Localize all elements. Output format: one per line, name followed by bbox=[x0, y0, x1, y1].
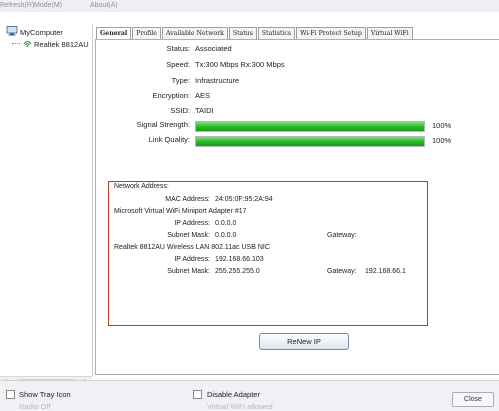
adapter-tree: MyComputer Realtek 8812AU ◀ ▶ bbox=[0, 24, 93, 387]
subnet-mask-label-2: Subnet Mask: bbox=[167, 268, 210, 275]
gateway-value-2: 192.168.66.1 bbox=[365, 268, 406, 275]
renew-ip-button[interactable]: ReNew IP bbox=[259, 333, 349, 350]
tree-connector bbox=[12, 43, 20, 45]
type-value: Infrastructure bbox=[195, 76, 240, 85]
disable-adapter-label: Disable Adapter bbox=[207, 390, 260, 399]
tab-strip: General Profile Available Network Status… bbox=[96, 27, 414, 39]
ip-address-value-2: 192.168.66.103 bbox=[215, 256, 264, 263]
tree-item-realtek[interactable]: Realtek 8812AU bbox=[12, 38, 89, 50]
subnet-mask-value-2: 255.255.255.0 bbox=[215, 268, 260, 275]
tab-available-network[interactable]: Available Network bbox=[161, 27, 228, 39]
computer-icon bbox=[6, 26, 18, 38]
signal-strength-percent: 100% bbox=[432, 121, 452, 130]
tree-label-realtek: Realtek 8812AU bbox=[34, 39, 89, 49]
menu-mode[interactable]: Mode(M) bbox=[34, 2, 62, 9]
menu-about[interactable]: About(A) bbox=[90, 2, 118, 9]
signal-strength-label: Signal Strength: bbox=[136, 120, 190, 129]
gateway-label-1: Gateway: bbox=[327, 232, 357, 239]
ssid-value: TAIDI bbox=[195, 106, 214, 115]
status-value: Associated bbox=[195, 44, 232, 53]
menu-refresh[interactable]: Refresh(R) bbox=[0, 2, 34, 9]
ip-address-label-2: IP Address: bbox=[174, 256, 210, 263]
tab-status[interactable]: Status bbox=[228, 27, 257, 39]
close-button[interactable]: Close bbox=[452, 392, 494, 407]
status-label: Status: bbox=[166, 44, 190, 53]
tab-wifi-protect-setup[interactable]: Wi-Fi Protect Setup bbox=[296, 27, 366, 39]
link-quality-percent: 100% bbox=[432, 136, 452, 145]
ip-address-label-1: IP Address: bbox=[174, 220, 210, 227]
tree-label-mycomputer: MyComputer bbox=[20, 27, 63, 37]
tab-virtual-wifi[interactable]: Virtual WiFi bbox=[366, 27, 413, 39]
show-tray-icon-label: Show Tray Icon bbox=[19, 390, 71, 399]
gateway-label-2: Gateway: bbox=[327, 268, 357, 275]
network-address-title: Network Address: bbox=[114, 183, 169, 190]
encryption-label: Encryption: bbox=[152, 91, 190, 100]
mac-address-label: MAC Address: bbox=[165, 196, 210, 203]
link-quality-fill bbox=[196, 137, 424, 146]
adapter-name-virtual: Microsoft Virtual WiFi Miniport Adapter … bbox=[114, 208, 247, 215]
tab-general[interactable]: General bbox=[96, 27, 132, 39]
encryption-value: AES bbox=[195, 91, 211, 100]
type-label: Type: bbox=[171, 76, 190, 85]
signal-strength-bar bbox=[195, 121, 425, 132]
tab-profile[interactable]: Profile bbox=[132, 27, 161, 39]
link-quality-bar bbox=[195, 136, 425, 147]
ssid-label: SSID: bbox=[170, 106, 190, 115]
menu-bar: Refresh(R) Mode(M) About(A) bbox=[0, 0, 499, 12]
adapter-name-realtek: Realtek 8812AU Wireless LAN 802.11ac USB… bbox=[114, 244, 270, 251]
speed-value: Tx:300 Mbps Rx:300 Mbps bbox=[195, 60, 285, 69]
speed-label: Speed: bbox=[166, 60, 190, 69]
mac-address-value: 24:05:0F:95:2A:94 bbox=[215, 196, 273, 203]
subnet-mask-label-1: Subnet Mask: bbox=[167, 232, 210, 239]
wireless-adapter-icon bbox=[22, 38, 33, 50]
link-quality-label: Link Quality: bbox=[148, 135, 190, 144]
ip-address-value-1: 0.0.0.0 bbox=[215, 220, 237, 227]
subnet-mask-value-1: 0.0.0.0 bbox=[215, 232, 237, 239]
tab-statistics[interactable]: Statistics bbox=[257, 27, 296, 39]
disable-adapter-checkbox[interactable] bbox=[193, 390, 202, 399]
signal-strength-fill bbox=[196, 122, 424, 131]
bottom-bar: Show Tray Icon Radio Off Disable Adapter… bbox=[0, 380, 499, 411]
tree-item-mycomputer[interactable]: MyComputer bbox=[6, 26, 63, 38]
show-tray-icon-checkbox[interactable] bbox=[6, 390, 15, 399]
